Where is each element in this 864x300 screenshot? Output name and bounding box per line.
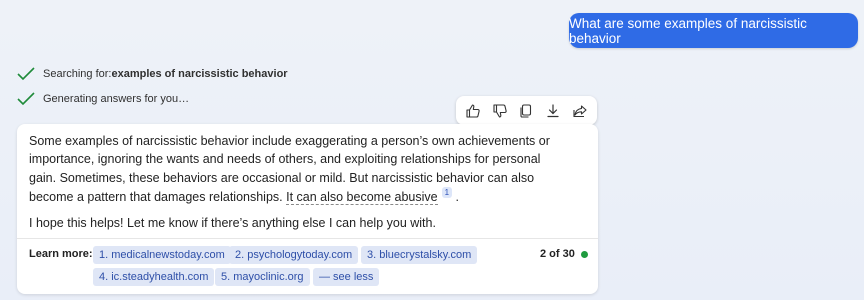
download-button[interactable] [541,99,565,123]
copy-icon [520,103,532,118]
source-link-1[interactable]: 1. medicalnewstoday.com [93,246,231,264]
download-icon [547,103,559,117]
source-link-3[interactable]: 3. bluecrystalsky.com [361,246,478,264]
source-link-4[interactable]: 4. ic.steadyhealth.com [93,268,215,286]
status-generating: Generating answers for you… [17,92,189,106]
search-prefix: Searching for: [43,68,112,80]
source-link-5[interactable]: 5. mayoclinic.org [215,268,310,286]
share-icon [573,104,587,117]
status-dot [580,250,588,258]
answer-card: Some examples of narcissistic behavior i… [17,124,598,294]
like-button[interactable] [461,99,485,123]
dislike-button[interactable] [488,99,512,123]
turn-count-text: 2 of 30 [540,248,575,260]
see-less-button[interactable]: — see less [313,268,380,286]
turn-counter: 2 of 30 [540,248,588,260]
cited-sentence[interactable]: It can also become abusive [286,189,438,205]
user-message-text: What are some examples of narcissistic b… [569,15,807,46]
user-message-bubble: What are some examples of narcissistic b… [569,13,858,48]
share-button[interactable] [568,99,592,123]
status-searching: Searching for: examples of narcissistic … [17,67,288,81]
answer-paragraph-1: Some examples of narcissistic behavior i… [29,132,569,206]
citation-badge[interactable]: 1 [441,186,453,198]
checkmark-icon [17,67,35,81]
answer-paragraph-1-end: . [452,189,459,204]
learn-more-label: Learn more: [29,248,93,260]
generating-text: Generating answers for you… [43,93,190,105]
divider [17,238,598,239]
answer-body: Some examples of narcissistic behavior i… [29,132,569,232]
source-link-2[interactable]: 2. psychologytoday.com [229,246,359,264]
copy-button[interactable] [514,99,538,123]
thumbs-up-icon [466,103,480,118]
checkmark-icon [17,92,35,106]
answer-paragraph-2: I hope this helps! Let me know if there’… [29,216,436,231]
thumbs-down-icon [493,103,507,118]
message-toolbar [456,96,597,125]
search-query: examples of narcissistic behavior [111,68,288,80]
